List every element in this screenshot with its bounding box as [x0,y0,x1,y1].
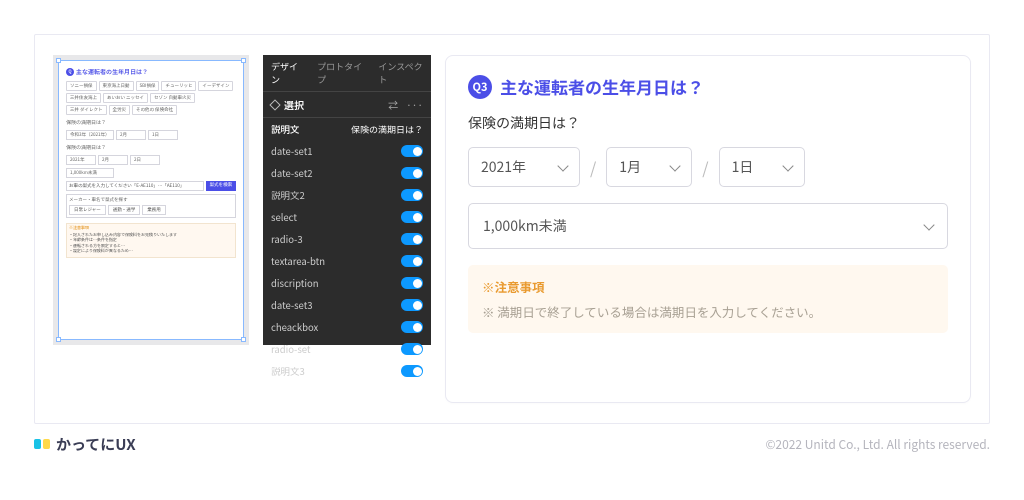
inspector-panel: デザインプロトタイプインスペクト 選択 ⇄ ··· 説明文 保険の満期日は？ d… [263,55,431,345]
swap-icon[interactable]: ⇄ [388,97,398,112]
property-label: cheackbox [271,320,318,334]
inspector-section-title: 選択 [284,97,304,112]
preview-company-chip: 三井 ダイレクト [66,105,107,115]
inspector-property-row: radio-set [263,338,431,360]
preview-company-chip: 全労災 [109,105,131,115]
question-header: Q3 主な運転者の生年月日は？ [468,74,948,99]
inspector-property-row: 説明文3 [263,360,431,382]
property-toggle[interactable] [401,299,423,311]
preview-company-grid: ソニー損保東京海上日動SBI損保チューリッヒイーデザイン三井住友海上あいおい ニ… [63,81,239,115]
inspector-property-row: cheackbox [263,316,431,338]
inspector-property-row: select [263,206,431,228]
brand-logo-icon [34,437,50,453]
inspector-tab[interactable]: デザイン [263,55,309,91]
property-label: date-set3 [271,298,313,312]
page-footer: かってにUX ©2022 Unitd Co., Ltd. All rights … [0,424,1024,455]
property-toggle[interactable] [401,277,423,289]
property-label: select [271,210,297,224]
content-card: Q主な運転者の生年月日は？ ソニー損保東京海上日動SBI損保チューリッヒイーデザ… [34,34,990,424]
brand: かってにUX [34,434,136,455]
notice-box: ※注意事項 ※ 満期日で終了している場合は満期日を入力してください。 [468,265,948,333]
inspector-property-row: date-set3 [263,294,431,316]
preview-selected-frame[interactable]: Q主な運転者の生年月日は？ ソニー損保東京海上日動SBI損保チューリッヒイーデザ… [58,60,244,340]
component-icon [269,99,280,110]
inspector-property-row: date-set1 [263,140,431,162]
question-subtitle: 保険の満期日は？ [468,113,948,133]
inspector-property-row: radio-3 [263,228,431,250]
notice-title: ※注意事項 [482,277,934,296]
day-select[interactable]: 1日 [719,147,805,187]
property-toggle[interactable] [401,255,423,267]
inspector-property-row: textarea-btn [263,250,431,272]
preview-title: 主な運転者の生年月日は？ [76,67,148,76]
date-select-row: 2021年 / 1月 / 1日 [468,147,948,187]
property-label: 説明文2 [271,188,305,202]
property-label: textarea-btn [271,254,325,268]
property-toggle[interactable] [401,145,423,157]
property-label: radio-set [271,342,311,356]
copyright: ©2022 Unitd Co., Ltd. All rights reserve… [765,436,990,453]
preview-company-chip: イーデザイン [198,81,233,91]
inspector-tab[interactable]: プロトタイプ [309,55,370,91]
property-toggle[interactable] [401,233,423,245]
property-label: discription [271,276,319,290]
chevron-down-icon [923,219,934,230]
inspector-property-row: discription [263,272,431,294]
property-label: 説明文3 [271,364,305,378]
property-toggle[interactable] [401,321,423,333]
inspector-tabs: デザインプロトタイプインスペクト [263,55,431,92]
property-toggle[interactable] [401,189,423,201]
question-form: Q3 主な運転者の生年月日は？ 保険の満期日は？ 2021年 / 1月 / 1日… [445,55,971,403]
property-toggle[interactable] [401,167,423,179]
chevron-down-icon [557,160,568,171]
preview-company-chip: ソニー損保 [66,81,97,91]
design-preview: Q主な運転者の生年月日は？ ソニー損保東京海上日動SBI損保チューリッヒイーデザ… [53,55,249,345]
preview-company-chip: その他の 保険会社 [132,105,177,115]
property-toggle[interactable] [401,365,423,377]
inspector-property-row: date-set2 [263,162,431,184]
inspector-header-row: 説明文 保険の満期日は？ [263,118,431,140]
question-number-badge: Q3 [468,75,492,99]
chevron-down-icon [782,160,793,171]
inspector-tab[interactable]: インスペクト [370,55,431,91]
preview-company-chip: 三井住友海上 [66,93,101,103]
notice-body: ※ 満期日で終了している場合は満期日を入力してください。 [482,302,934,321]
preview-company-chip: セゾン 自動車火災 [150,93,195,103]
question-title: 主な運転者の生年月日は？ [500,74,704,99]
more-icon[interactable]: ··· [406,97,423,112]
chevron-down-icon [670,160,681,171]
property-label: date-set2 [271,166,313,180]
preview-company-chip: 東京海上日動 [99,81,134,91]
preview-company-chip: あいおい ニッセイ [103,93,148,103]
month-select[interactable]: 1月 [606,147,692,187]
property-toggle[interactable] [401,211,423,223]
year-select[interactable]: 2021年 [468,147,580,187]
property-label: date-set1 [271,144,313,158]
distance-select[interactable]: 1,000km未満 [468,203,948,249]
preview-company-chip: SBI損保 [136,81,160,91]
property-toggle[interactable] [401,343,423,355]
preview-company-chip: チューリッヒ [161,81,196,91]
inspector-property-row: 説明文2 [263,184,431,206]
brand-name: かってにUX [56,434,136,455]
property-label: radio-3 [271,232,303,246]
